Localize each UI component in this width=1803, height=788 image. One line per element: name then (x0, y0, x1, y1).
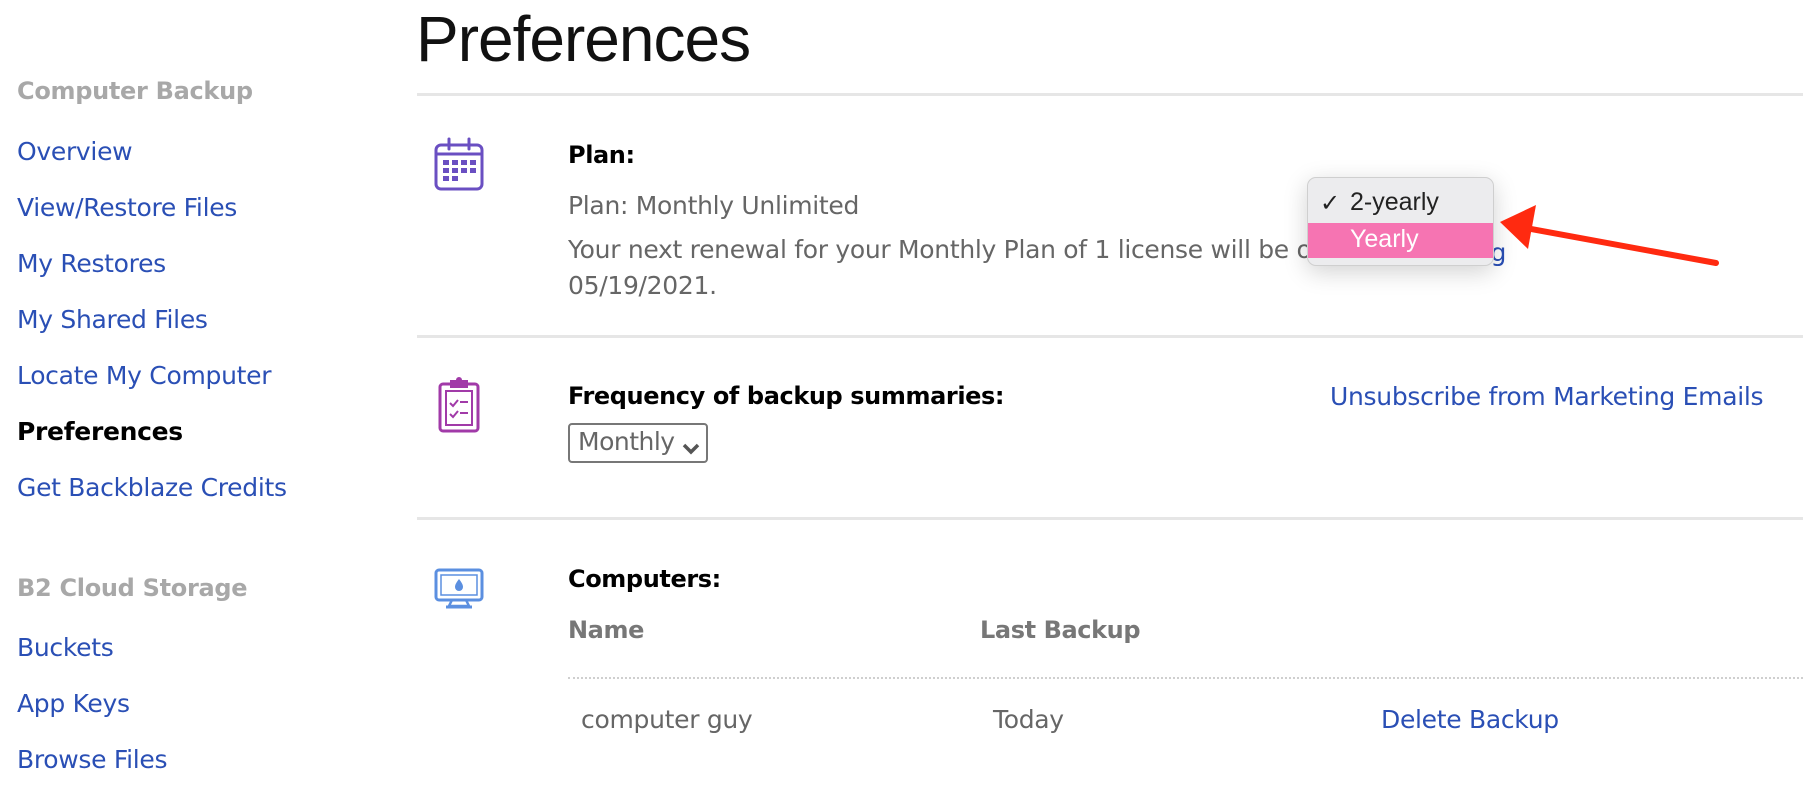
unsubscribe-marketing-link[interactable]: Unsubscribe from Marketing Emails (1330, 382, 1764, 411)
plan-name-text: Plan: Monthly Unlimited (568, 191, 860, 220)
dropdown-option-yearly[interactable]: Yearly (1308, 223, 1493, 258)
sidebar-heading-computer-backup: Computer Backup (17, 77, 253, 105)
monitor-icon (434, 568, 484, 610)
frequency-label: Frequency of backup summaries: (568, 382, 1005, 410)
dropdown-option-2-yearly[interactable]: ✓ 2-yearly (1308, 186, 1493, 221)
plan-label: Plan: (568, 141, 635, 169)
column-header-name: Name (568, 616, 644, 644)
sidebar-item-my-restores[interactable]: My Restores (17, 249, 166, 278)
sidebar-item-app-keys[interactable]: App Keys (17, 689, 130, 718)
last-backup-cell: Today (993, 705, 1064, 734)
computer-name-cell: computer guy (581, 705, 753, 734)
sidebar-item-locate-my-computer[interactable]: Locate My Computer (17, 361, 271, 390)
sidebar-item-browse-files[interactable]: Browse Files (17, 745, 168, 774)
renewal-date: 05/19/2021. (568, 271, 717, 300)
calendar-icon (433, 136, 485, 192)
table-divider (568, 677, 1803, 679)
sidebar-heading-b2-cloud-storage: B2 Cloud Storage (17, 574, 248, 602)
frequency-select-value: Monthly (578, 427, 675, 456)
column-header-last-backup: Last Backup (980, 616, 1141, 644)
checkmark-icon: ✓ (1320, 190, 1341, 217)
sidebar-item-view-restore-files[interactable]: View/Restore Files (17, 193, 237, 222)
divider (417, 335, 1803, 338)
divider (417, 93, 1803, 96)
red-arrow-annotation (1500, 205, 1719, 266)
sidebar-item-get-backblaze-credits[interactable]: Get Backblaze Credits (17, 473, 287, 502)
sidebar-item-my-shared-files[interactable]: My Shared Files (17, 305, 208, 334)
page-title: Preferences (416, 3, 751, 75)
option-label: 2-yearly (1350, 188, 1439, 216)
sidebar-item-overview[interactable]: Overview (17, 137, 133, 166)
sidebar-item-preferences[interactable]: Preferences (17, 417, 183, 446)
divider (417, 517, 1803, 520)
plan-dropdown[interactable]: ✓ 2-yearly Yearly (1307, 177, 1494, 266)
frequency-select[interactable]: Monthly (568, 423, 708, 463)
computers-label: Computers: (568, 565, 721, 593)
arrow-head-icon (1500, 205, 1536, 249)
option-label: Yearly (1350, 225, 1419, 253)
chevron-down-icon (682, 433, 700, 462)
delete-backup-link[interactable]: Delete Backup (1381, 705, 1559, 734)
sidebar-item-buckets[interactable]: Buckets (17, 633, 114, 662)
renewal-text: Your next renewal for your Monthly Plan … (568, 235, 1328, 264)
clipboard-checklist-icon (437, 376, 481, 434)
arrow-shaft (1517, 224, 1719, 266)
